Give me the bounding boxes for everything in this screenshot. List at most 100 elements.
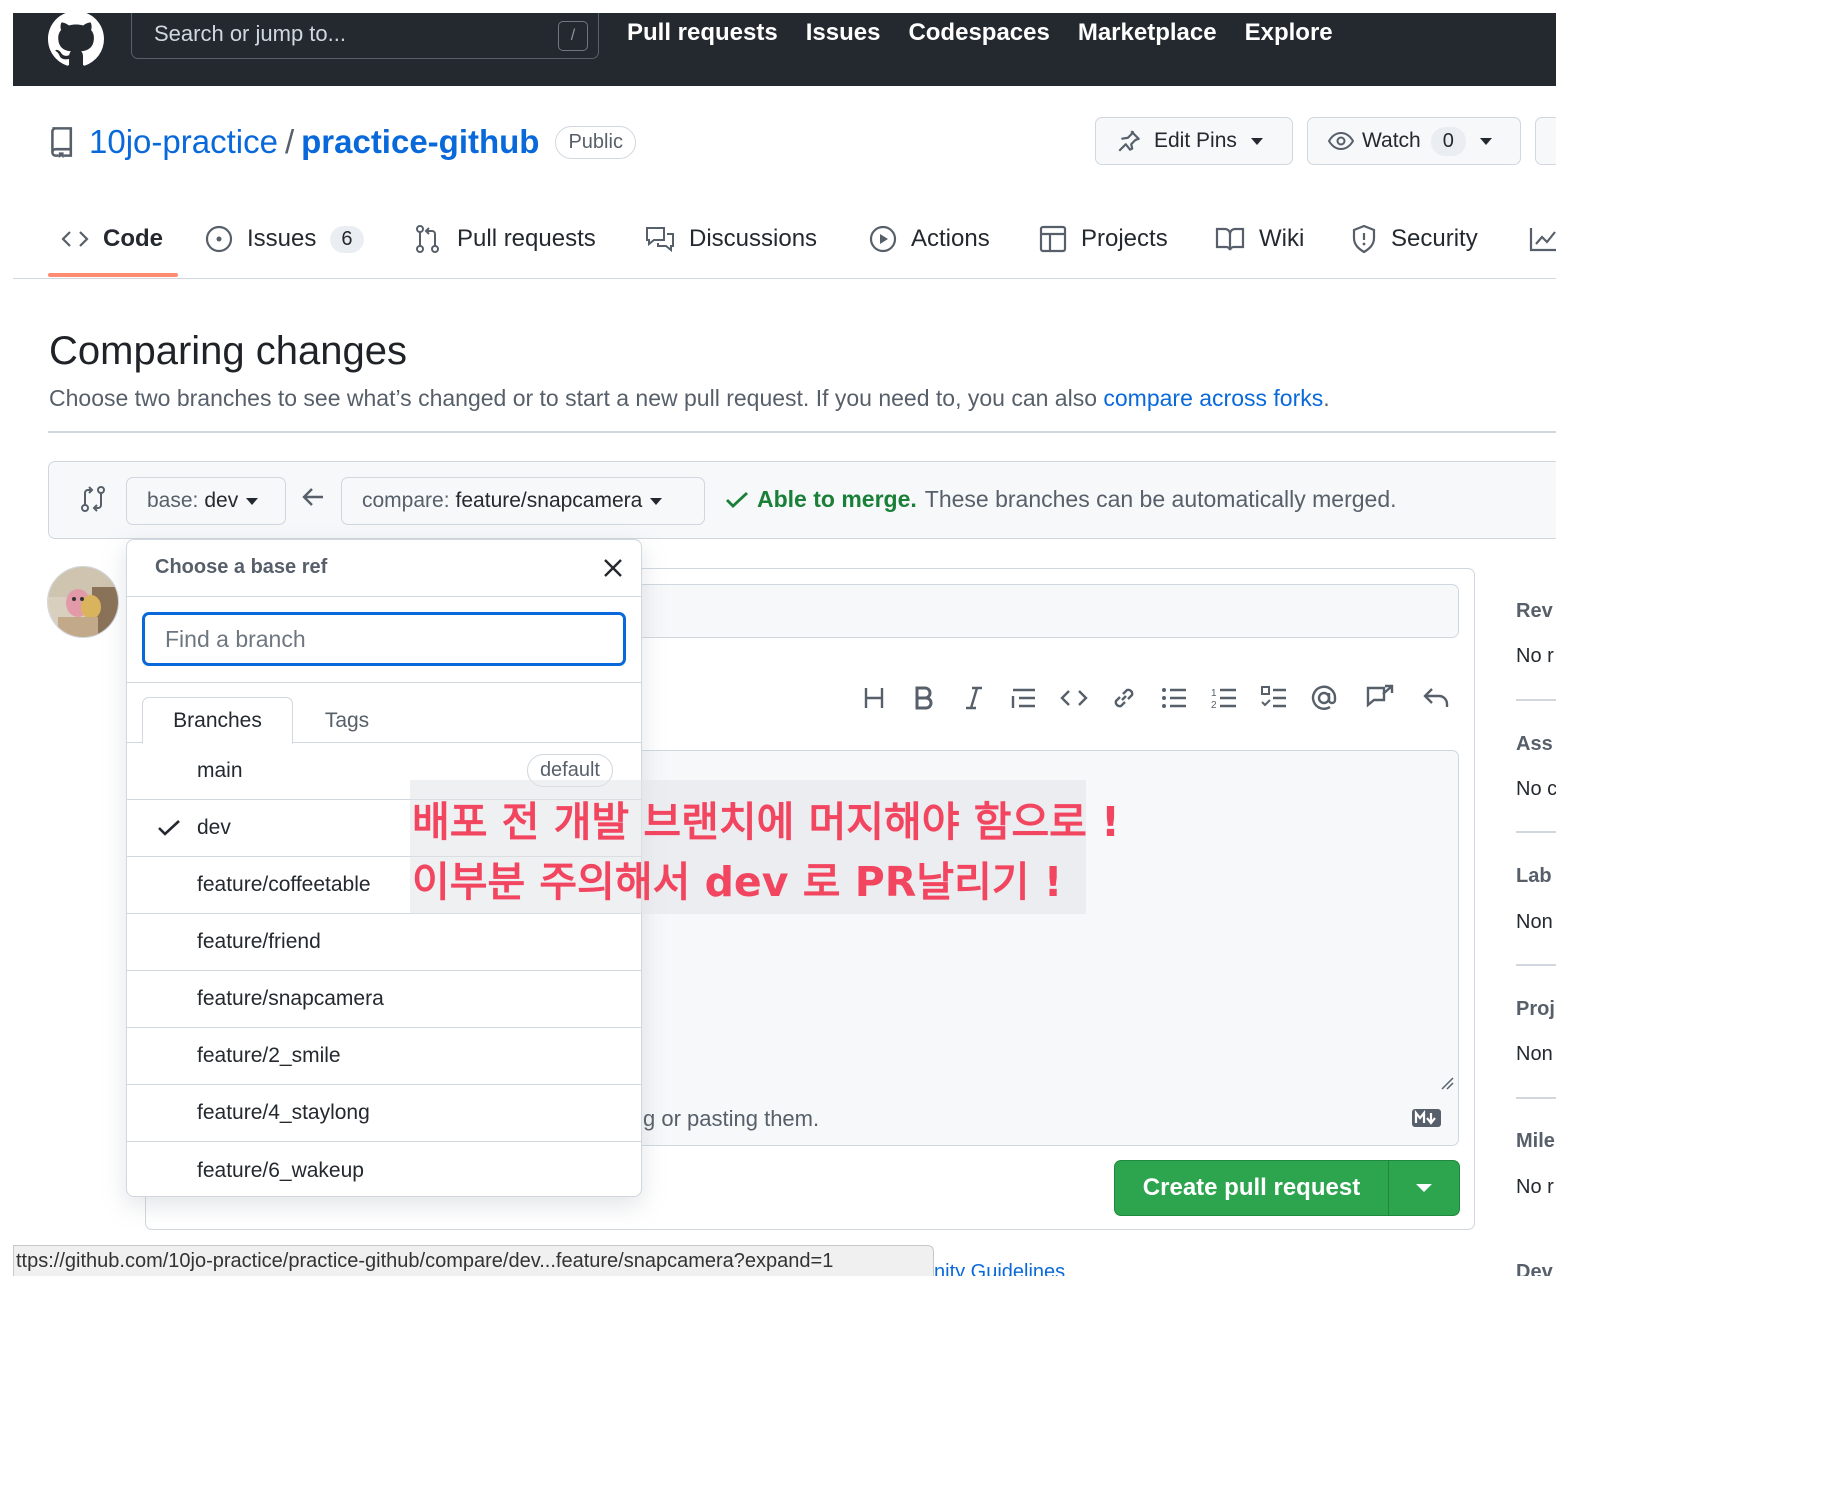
branch-item[interactable]: feature/friend (127, 914, 641, 971)
user-photo (48, 567, 118, 637)
compare-forks-link[interactable]: compare across forks (1103, 385, 1323, 411)
sidebar-labels-heading[interactable]: Lab (1516, 865, 1552, 888)
branch-item[interactable]: feature/6_wakeup (127, 1142, 641, 1196)
merge-status: Able to merge. These branches can be aut… (725, 486, 1397, 513)
tab-issues[interactable]: Issues 6 (205, 219, 364, 259)
subtitle-text: Choose two branches to see what’s change… (49, 385, 1104, 411)
compare-branch-button[interactable]: compare: feature/snapcamera (341, 477, 705, 525)
sidebar-milestone-heading[interactable]: Mile (1516, 1130, 1555, 1153)
tab-pull-requests[interactable]: Pull requests (413, 219, 596, 259)
repo-name-link[interactable]: practice-github (301, 123, 539, 161)
tab-actions[interactable]: Actions (869, 219, 990, 259)
heading-icon[interactable] (859, 683, 888, 712)
watch-button[interactable]: Watch 0 (1307, 117, 1521, 165)
quote-icon[interactable] (1009, 683, 1038, 712)
tab-branches[interactable]: Branches (142, 697, 293, 744)
mention-icon[interactable] (1309, 683, 1338, 712)
tab-security[interactable]: Security (1351, 219, 1478, 259)
branch-filter-input[interactable] (142, 612, 626, 666)
branch-item[interactable]: feature/snapcamera (127, 971, 641, 1028)
branch-name: dev (197, 816, 231, 839)
community-guidelines-link[interactable]: nity Guidelines (934, 1261, 1065, 1276)
tab-projects-label: Projects (1081, 225, 1168, 252)
create-pull-request-button[interactable]: Create pull request (1114, 1160, 1460, 1216)
sidebar-assignees-heading[interactable]: Ass (1516, 733, 1553, 756)
sidebar-projects-heading[interactable]: Proj (1516, 998, 1555, 1021)
sidebar-reviewers-heading[interactable]: Rev (1516, 600, 1553, 623)
sidebar-milestone-value: No r (1516, 1176, 1554, 1198)
merge-detail-text: These branches can be automatically merg… (924, 486, 1397, 512)
repo-title-row: 10jo-practice / practice-github Public (49, 118, 636, 166)
sidebar-labels-value: Non (1516, 911, 1553, 933)
compare-value: feature/snapcamera (455, 489, 643, 512)
tab-projects[interactable]: Projects (1039, 219, 1168, 259)
active-tab-indicator (48, 273, 178, 277)
branch-name: main (197, 759, 243, 782)
shield-icon (1352, 224, 1376, 254)
annotation-note: 배포 전 개발 브랜치에 머지해야 함으로 ! 이부분 주의해서 dev 로 P… (410, 780, 1120, 914)
tab-wiki[interactable]: Wiki (1215, 219, 1304, 259)
fork-button[interactable] (1535, 117, 1556, 165)
tab-wiki-label: Wiki (1259, 225, 1305, 252)
ordered-list-icon[interactable]: 12 (1209, 683, 1238, 712)
tab-discussions[interactable]: Discussions (645, 219, 817, 259)
cross-reference-icon[interactable] (1365, 683, 1394, 712)
issues-count-badge: 6 (330, 225, 364, 253)
edit-pins-label: Edit Pins (1154, 129, 1237, 152)
divider (48, 431, 1556, 433)
avatar[interactable] (47, 566, 119, 638)
code-icon[interactable] (1059, 683, 1088, 712)
dropdown-tabs: Branches Tags (127, 683, 641, 744)
visibility-badge: Public (555, 125, 636, 159)
branch-name: feature/6_wakeup (197, 1158, 364, 1182)
global-header: Search or jump to... / Pull requests Iss… (13, 13, 1556, 86)
divider (1516, 1097, 1556, 1099)
branch-item[interactable]: feature/4_staylong (127, 1085, 641, 1142)
svg-text:2: 2 (1211, 700, 1217, 710)
italic-icon[interactable] (959, 683, 988, 712)
page-title: Comparing changes (49, 329, 407, 373)
base-branch-button[interactable]: base: dev (126, 477, 286, 525)
branch-name: feature/friend (197, 930, 321, 953)
tab-security-label: Security (1391, 225, 1478, 252)
comment-discussion-icon (646, 227, 674, 253)
tab-pull-requests-label: Pull requests (457, 225, 596, 252)
nav-pull-requests[interactable]: Pull requests (627, 19, 778, 47)
git-pull-request-icon (416, 225, 439, 253)
repo-owner-link[interactable]: 10jo-practice (89, 123, 278, 161)
reply-icon[interactable] (1421, 683, 1450, 712)
resize-handle-icon[interactable] (1440, 1076, 1454, 1090)
play-icon (869, 225, 897, 253)
search-input[interactable]: Search or jump to... / (131, 13, 599, 59)
merge-ok-text: Able to merge. (757, 486, 917, 512)
close-icon[interactable] (601, 556, 625, 580)
repo-icon (51, 127, 73, 158)
base-label: base: (147, 489, 199, 512)
eye-icon (1328, 131, 1354, 151)
chevron-down-icon (650, 497, 663, 505)
tab-code-label: Code (103, 225, 163, 252)
nav-marketplace[interactable]: Marketplace (1078, 19, 1217, 47)
markdown-icon (1412, 1109, 1441, 1127)
github-logo-icon[interactable] (48, 13, 104, 67)
branch-name: feature/snapcamera (197, 987, 384, 1010)
chevron-down-icon[interactable] (1389, 1184, 1459, 1192)
tab-code[interactable]: Code (61, 219, 163, 259)
branch-item[interactable]: feature/2_smile (127, 1028, 641, 1085)
task-list-icon[interactable] (1259, 683, 1288, 712)
unordered-list-icon[interactable] (1159, 683, 1188, 712)
tab-actions-label: Actions (911, 225, 990, 252)
nav-issues[interactable]: Issues (806, 19, 881, 47)
tab-tags[interactable]: Tags (293, 697, 401, 744)
link-icon[interactable] (1109, 683, 1138, 712)
check-icon (158, 820, 180, 836)
issue-opened-icon (205, 225, 233, 253)
edit-pins-button[interactable]: Edit Pins (1095, 117, 1293, 165)
bold-icon[interactable] (909, 683, 938, 712)
nav-explore[interactable]: Explore (1245, 19, 1333, 47)
attach-hint-text: g or pasting them. (643, 1106, 820, 1131)
annotation-line-2: 이부분 주의해서 dev 로 PR날리기 ! (412, 858, 1063, 906)
nav-codespaces[interactable]: Codespaces (908, 19, 1049, 47)
tab-insights[interactable] (1529, 219, 1556, 259)
range-editor: base: dev compare: feature/snapcamera Able… (48, 461, 1556, 539)
